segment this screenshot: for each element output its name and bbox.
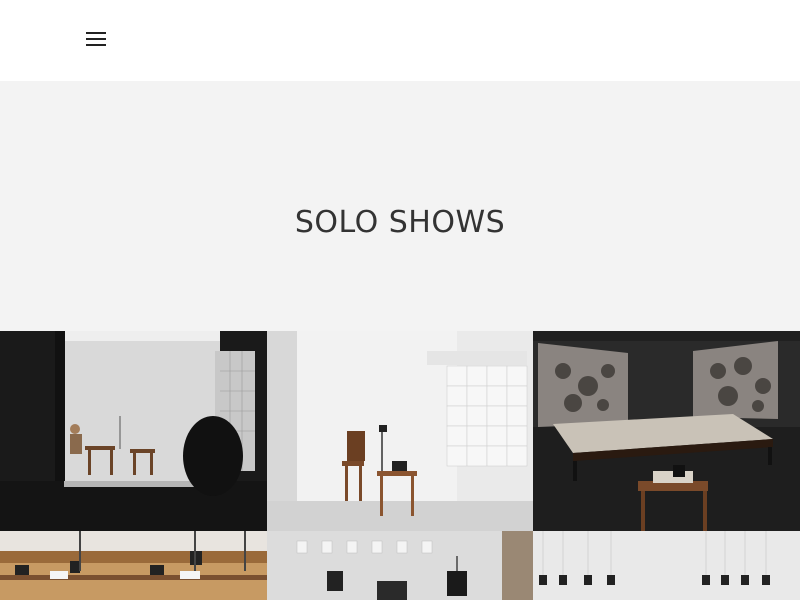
gallery-image-tables xyxy=(0,531,267,600)
gallery-image-dark-room xyxy=(533,331,800,531)
gallery-item-6[interactable] xyxy=(533,531,800,600)
hamburger-menu-icon[interactable] xyxy=(86,32,106,50)
gallery-image-window-view xyxy=(0,331,267,531)
page-hero: SOLO SHOWS xyxy=(0,81,800,331)
gallery-image-white-objects xyxy=(267,531,533,600)
gallery-grid xyxy=(0,331,800,600)
gallery-item-4[interactable] xyxy=(0,531,267,600)
gallery-item-3[interactable] xyxy=(533,331,800,531)
gallery-image-white-room xyxy=(267,331,533,531)
site-header xyxy=(0,0,800,81)
gallery-item-1[interactable] xyxy=(0,331,267,531)
gallery-item-5[interactable] xyxy=(267,531,533,600)
gallery-image-hanging-frames xyxy=(533,531,800,600)
page-title: SOLO SHOWS xyxy=(294,205,506,240)
gallery-item-2[interactable] xyxy=(267,331,533,531)
